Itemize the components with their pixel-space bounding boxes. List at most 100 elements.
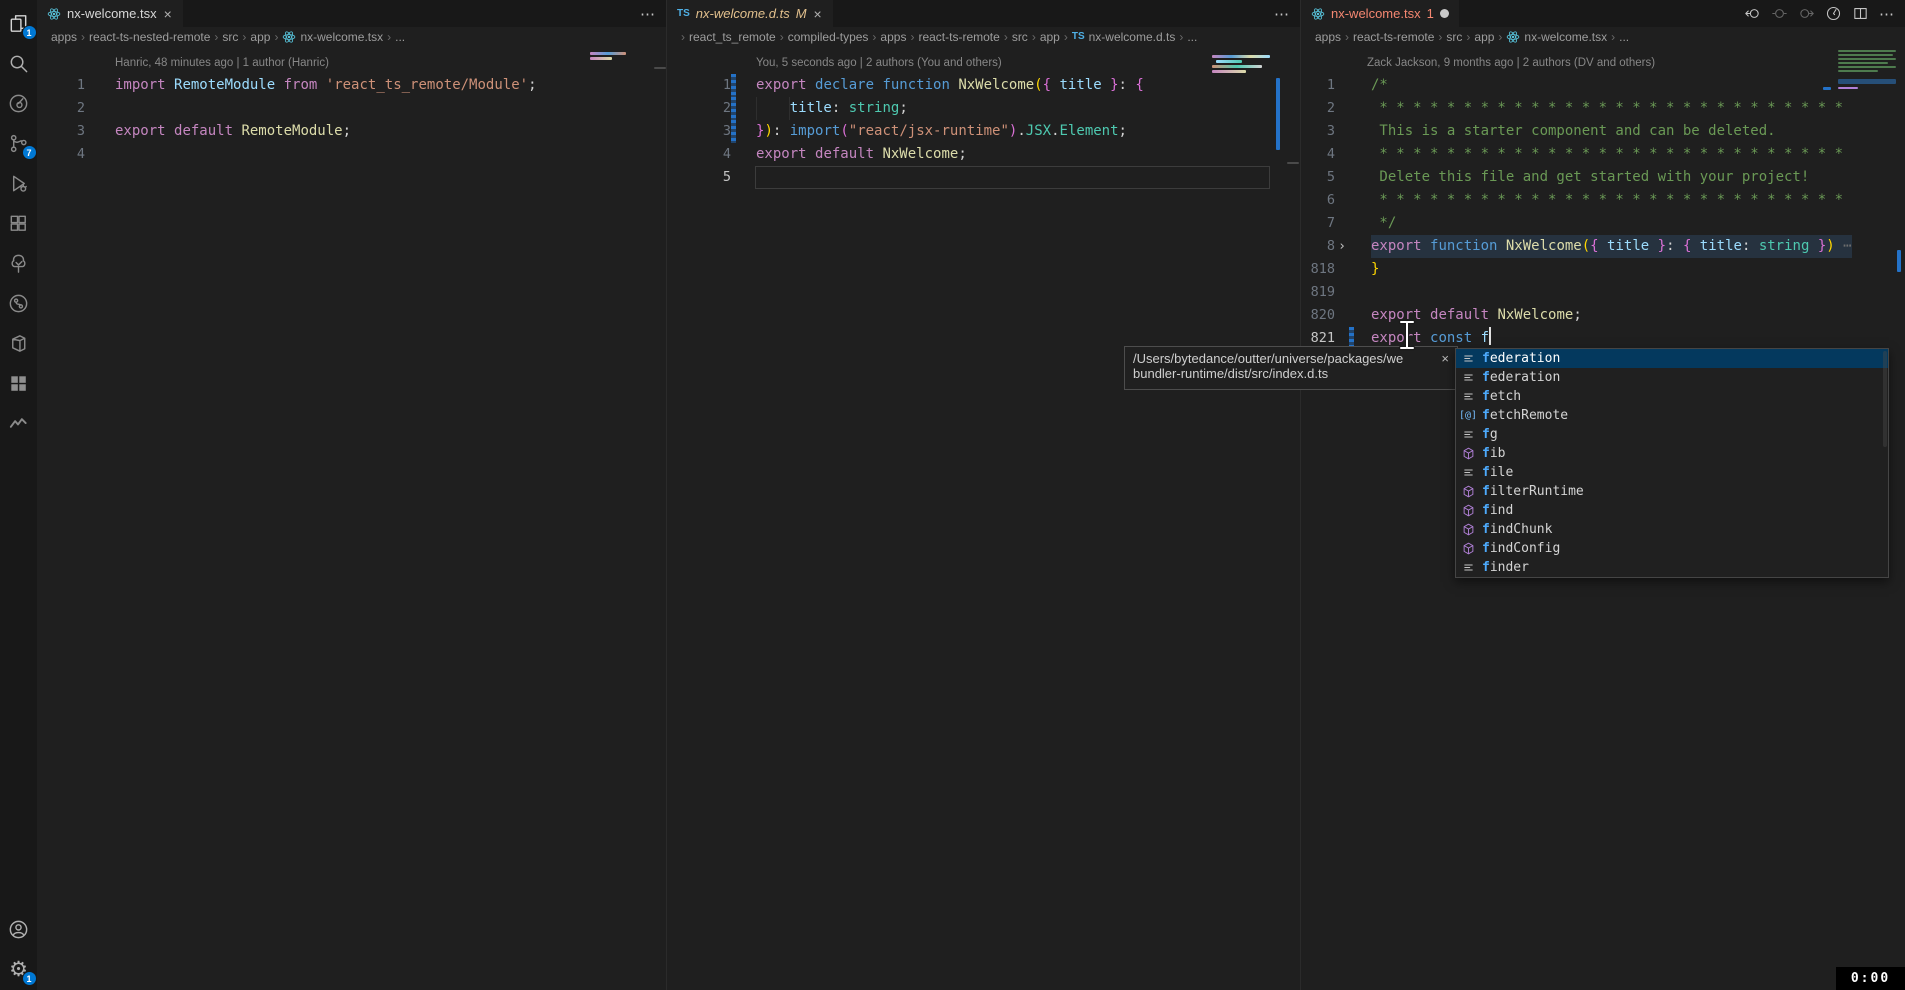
breadcrumb-item[interactable]: react-ts-remote <box>1353 30 1434 44</box>
code-line-2[interactable]: 2 <box>37 97 666 120</box>
code-line-818[interactable]: 818} <box>1301 258 1905 281</box>
code-line-7[interactable]: 7 */ <box>1301 212 1905 235</box>
more-actions-icon[interactable]: ⋯ <box>1879 5 1895 23</box>
code-line-1[interactable]: 1import RemoteModule from 'react_ts_remo… <box>37 74 666 97</box>
breadcrumb-file[interactable]: nx-welcome.tsx <box>1506 30 1607 44</box>
code-line-2[interactable]: 2 title: string; <box>667 97 1300 120</box>
close-icon[interactable]: × <box>1441 351 1449 366</box>
history-icon[interactable] <box>1825 5 1842 22</box>
suggest-item-find[interactable]: find <box>1456 501 1888 520</box>
suggest-item-finder[interactable]: finder <box>1456 558 1888 577</box>
code-line-1[interactable]: 1export declare function NxWelcome({ tit… <box>667 74 1300 97</box>
minimap[interactable] <box>1838 54 1893 56</box>
breadcrumb-item[interactable]: react-ts-remote <box>918 30 999 44</box>
suggest-item-fib[interactable]: fib <box>1456 444 1888 463</box>
suggest-item-filterRuntime[interactable]: filterRuntime <box>1456 482 1888 501</box>
code-line-5[interactable]: 5 <box>667 166 1300 189</box>
breadcrumb-symbol-tail[interactable]: ... <box>1187 30 1197 44</box>
minimap[interactable] <box>1838 87 1858 89</box>
codelens-blame[interactable]: Zack Jackson, 9 months ago | 2 authors (… <box>1301 52 1905 74</box>
code-line-6[interactable]: 6 * * * * * * * * * * * * * * * * * * * … <box>1301 189 1905 212</box>
suggest-item-fg[interactable]: fg <box>1456 425 1888 444</box>
fold-chevron-icon[interactable] <box>1335 281 1349 304</box>
activity-bar-item-history-at[interactable] <box>6 90 32 116</box>
minimap[interactable] <box>1838 50 1896 52</box>
suggest-item-federation[interactable]: federation <box>1456 349 1888 368</box>
minimap[interactable] <box>1823 87 1831 90</box>
code-line-2[interactable]: 2 * * * * * * * * * * * * * * * * * * * … <box>1301 97 1905 120</box>
breadcrumb-item[interactable]: src <box>222 30 238 44</box>
breadcrumb-item[interactable]: react_ts_remote <box>689 30 776 44</box>
code-line-3[interactable]: 3export default RemoteModule; <box>37 120 666 143</box>
more-actions-icon[interactable]: ⋯ <box>1274 5 1290 23</box>
breadcrumb-symbol-tail[interactable]: ... <box>395 30 405 44</box>
breadcrumb-item[interactable]: src <box>1012 30 1028 44</box>
breadcrumb-item[interactable]: compiled-types <box>788 30 869 44</box>
minimap[interactable] <box>1838 70 1878 72</box>
breadcrumb-item[interactable]: app <box>1474 30 1494 44</box>
minimap[interactable] <box>1212 55 1270 58</box>
current-change-icon[interactable] <box>1771 5 1788 22</box>
activity-bar-item-grid[interactable] <box>6 370 32 396</box>
breadcrumb-file[interactable]: nx-welcome.tsx <box>282 30 383 44</box>
breadcrumb-item[interactable]: app <box>1040 30 1060 44</box>
nav-back-icon[interactable] <box>1744 5 1761 22</box>
breadcrumb-file[interactable]: TSnx-welcome.d.ts <box>1072 30 1175 44</box>
fold-chevron-icon[interactable] <box>1335 189 1349 212</box>
tab-nx-welcome.tsx[interactable]: nx-welcome.tsx× <box>37 0 183 27</box>
activity-bar-item-extensions[interactable] <box>6 210 32 236</box>
activity-bar-item-files[interactable]: 1 <box>6 10 32 36</box>
breadcrumb-item[interactable]: src <box>1446 30 1462 44</box>
code-line-4[interactable]: 4 <box>37 143 666 166</box>
fold-chevron-icon[interactable] <box>1335 304 1349 327</box>
minimap[interactable] <box>590 57 612 60</box>
minimap[interactable] <box>590 52 626 55</box>
more-actions-icon[interactable]: ⋯ <box>640 5 656 23</box>
activity-bar-item-settings-gear[interactable]: ⚙1 <box>6 956 32 982</box>
code-editor[interactable]: Hanric, 48 minutes ago | 1 author (Hanri… <box>37 46 666 166</box>
suggest-item-fetch[interactable]: fetch <box>1456 387 1888 406</box>
suggest-item-federation[interactable]: federation <box>1456 368 1888 387</box>
minimap[interactable] <box>1212 65 1262 68</box>
activity-bar-item-search[interactable] <box>6 50 32 76</box>
fold-chevron-icon[interactable] <box>1335 166 1349 189</box>
fold-chevron-icon[interactable]: › <box>1335 235 1349 258</box>
suggest-item-file[interactable]: file <box>1456 463 1888 482</box>
fold-chevron-icon[interactable] <box>1335 120 1349 143</box>
breadcrumb-item[interactable]: react-ts-nested-remote <box>89 30 210 44</box>
fold-chevron-icon[interactable] <box>1335 74 1349 97</box>
suggest-item-findChunk[interactable]: findChunk <box>1456 520 1888 539</box>
minimap[interactable] <box>1838 66 1896 68</box>
minimap[interactable] <box>1212 70 1246 73</box>
activity-bar-item-zigzag[interactable] <box>6 410 32 436</box>
minimap[interactable] <box>1838 58 1896 60</box>
fold-chevron-icon[interactable] <box>1335 212 1349 235</box>
suggest-item-fetchRemote[interactable]: [@]fetchRemote <box>1456 406 1888 425</box>
code-line-819[interactable]: 819 <box>1301 281 1905 304</box>
tab-nx-welcome.tsx[interactable]: nx-welcome.tsx1 <box>1301 0 1459 27</box>
code-line-4[interactable]: 4export default NxWelcome; <box>667 143 1300 166</box>
activity-bar-item-source-control[interactable]: 7 <box>6 130 32 156</box>
code-editor[interactable]: You, 5 seconds ago | 2 authors (You and … <box>667 46 1300 189</box>
suggest-item-findConfig[interactable]: findConfig <box>1456 539 1888 558</box>
suggest-scrollbar[interactable] <box>1883 351 1887 447</box>
code-line-1[interactable]: 1/* <box>1301 74 1905 97</box>
tab-dirty-icon[interactable] <box>1440 9 1449 18</box>
codelens-blame[interactable]: Hanric, 48 minutes ago | 1 author (Hanri… <box>37 52 666 74</box>
code-editor[interactable]: Zack Jackson, 9 months ago | 2 authors (… <box>1301 46 1905 350</box>
breadcrumb-symbol-tail[interactable]: ... <box>1619 30 1629 44</box>
activity-bar-item-cube[interactable] <box>6 330 32 356</box>
activity-bar-item-run-debug[interactable] <box>6 170 32 196</box>
breadcrumb-item[interactable]: app <box>250 30 270 44</box>
breadcrumb-item[interactable]: apps <box>1315 30 1341 44</box>
breadcrumb-item[interactable]: apps <box>880 30 906 44</box>
fold-chevron-icon[interactable] <box>1335 97 1349 120</box>
code-line-5[interactable]: 5 Delete this file and get started with … <box>1301 166 1905 189</box>
split-editor-icon[interactable] <box>1852 5 1869 22</box>
minimap[interactable] <box>1838 62 1888 64</box>
tab-close-icon[interactable]: × <box>163 7 173 21</box>
minimap[interactable] <box>1216 60 1242 63</box>
activity-bar-item-git-graph[interactable] <box>6 290 32 316</box>
tab-close-icon[interactable]: × <box>813 7 823 21</box>
fold-chevron-icon[interactable] <box>1335 143 1349 166</box>
